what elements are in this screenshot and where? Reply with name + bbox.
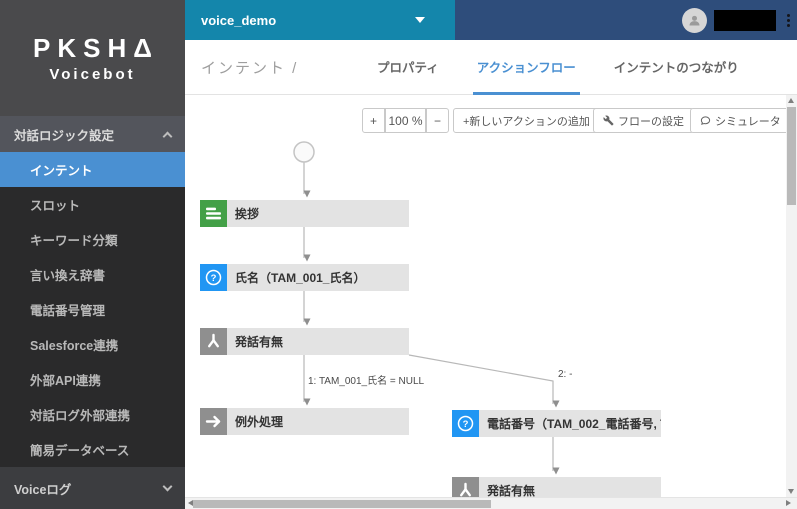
- sidebar-item-slot[interactable]: スロット: [0, 187, 185, 222]
- zoom-level: 100 %: [385, 108, 426, 133]
- flow-node-label: 発話有無: [487, 484, 536, 497]
- flow-canvas[interactable]: + 100 % − +新しいアクションの追加 フローの設定 シミュレータ 挨拶: [185, 95, 786, 497]
- edge-condition-label: 1: TAM_001_氏名 = NULL: [308, 376, 425, 387]
- sidebar-item-label: 外部API連携: [30, 374, 101, 388]
- flow-settings-label: フローの設定: [618, 115, 684, 128]
- tab-intent-connections[interactable]: インテントのつながり: [610, 40, 743, 95]
- logo: PKSHΔ Voicebot: [0, 0, 185, 116]
- tab-properties[interactable]: プロパティ: [373, 40, 443, 95]
- sidebar-item-label: インテント: [30, 164, 93, 178]
- chevron-up-icon: [162, 131, 173, 141]
- scroll-down-arrow-icon[interactable]: [788, 489, 794, 494]
- flow-node-speech-branch-2[interactable]: 発話有無: [452, 477, 661, 497]
- flow-start-node[interactable]: [293, 141, 315, 163]
- add-action-label: +新しいアクションの追加: [463, 115, 590, 128]
- person-icon: [689, 15, 700, 25]
- sidebar-item-simple-database[interactable]: 簡易データベース: [0, 432, 185, 467]
- branch-icon: [452, 477, 479, 497]
- sidebar-item-paraphrase-dictionary[interactable]: 言い換え辞書: [0, 257, 185, 292]
- tab-bar: プロパティ アクションフロー インテントのつながり: [373, 40, 743, 95]
- flow-node-label: 発話有無: [235, 335, 284, 349]
- logo-text: PKSHΔ: [33, 33, 159, 63]
- sidebar-item-label: 電話番号管理: [30, 304, 106, 318]
- flow-node-greeting[interactable]: 挨拶: [200, 200, 409, 227]
- sidebar-item-intent[interactable]: インテント: [0, 152, 185, 187]
- scroll-right-arrow-icon[interactable]: [786, 500, 791, 506]
- edge-condition-label: 2: -: [558, 369, 573, 380]
- sidebar: PKSHΔ Voicebot 対話ロジック設定 インテント スロット キーワード…: [0, 0, 185, 509]
- canvas-toolbar: + 100 % − +新しいアクションの追加 フローの設定 シミュレータ: [185, 108, 786, 133]
- sidebar-item-label: 言い換え辞書: [30, 269, 106, 283]
- sidebar-section-dialog-logic-settings[interactable]: 対話ロジック設定: [0, 116, 185, 152]
- chevron-down-icon: [162, 481, 173, 492]
- sidebar-section-label: 対話ロジック設定: [14, 128, 115, 143]
- flow-node-name-question[interactable]: ? 氏名（TAM_001_氏名）: [200, 264, 409, 291]
- flow-node-label: 挨拶: [235, 207, 260, 221]
- svg-text:?: ?: [463, 419, 469, 430]
- flow-node-label: 氏名（TAM_001_氏名）: [235, 271, 366, 285]
- project-name: voice_demo: [201, 12, 277, 28]
- add-action-button[interactable]: +新しいアクションの追加: [453, 108, 600, 133]
- sidebar-section-label: Voiceログ: [14, 482, 72, 497]
- zoom-out-button[interactable]: −: [426, 108, 449, 133]
- sidebar-item-label: Salesforce連携: [30, 339, 119, 353]
- flow-node-phone-number-question[interactable]: ? 電話番号（TAM_002_電話番号, TA...: [452, 410, 661, 437]
- user-area: [682, 0, 793, 40]
- flow-node-speech-branch[interactable]: 発話有無: [200, 328, 409, 355]
- tab-action-flow[interactable]: アクションフロー: [472, 40, 580, 95]
- svg-text:?: ?: [211, 273, 217, 284]
- avatar[interactable]: [682, 7, 707, 33]
- sidebar-item-external-api-integration[interactable]: 外部API連携: [0, 362, 185, 397]
- sidebar-section-voice-log[interactable]: Voiceログ: [0, 467, 185, 509]
- kebab-menu-icon[interactable]: [783, 9, 793, 31]
- username-redacted: [714, 9, 776, 31]
- flow-node-exception-handling[interactable]: 例外処理: [200, 408, 409, 435]
- project-dropdown[interactable]: voice_demo: [185, 0, 455, 40]
- sidebar-item-label: キーワード分類: [30, 234, 118, 248]
- simulator-label: シミュレータ: [715, 115, 781, 128]
- dropdown-caret-icon: [415, 17, 425, 23]
- sidebar-item-dialog-log-external-integration[interactable]: 対話ログ外部連携: [0, 397, 185, 432]
- topbar: voice_demo: [185, 0, 797, 40]
- text-lines-icon: [200, 200, 227, 227]
- sidebar-item-label: 対話ログ外部連携: [30, 409, 131, 423]
- zoom-in-button[interactable]: +: [362, 108, 385, 133]
- sidebar-item-phone-number-management[interactable]: 電話番号管理: [0, 292, 185, 327]
- sidebar-item-label: スロット: [30, 199, 81, 213]
- flow-settings-button[interactable]: フローの設定: [593, 108, 694, 133]
- horizontal-scrollbar-thumb[interactable]: [193, 500, 491, 508]
- sidebar-item-salesforce-integration[interactable]: Salesforce連携: [0, 327, 185, 362]
- breadcrumb: インテント /: [201, 60, 299, 77]
- scroll-up-arrow-icon[interactable]: [788, 98, 794, 103]
- page-header: インテント / プロパティ アクションフロー インテントのつながり: [185, 40, 797, 95]
- flow-node-label: 電話番号（TAM_002_電話番号, TA...: [487, 417, 661, 431]
- vertical-scrollbar[interactable]: [786, 95, 797, 497]
- vertical-scrollbar-thumb[interactable]: [787, 107, 796, 205]
- branch-icon: [200, 328, 227, 355]
- sidebar-item-label: 簡易データベース: [30, 444, 130, 458]
- speech-bubble-icon: [700, 116, 711, 125]
- wrench-icon: [603, 115, 614, 126]
- flow-node-label: 例外処理: [235, 415, 284, 429]
- arrow-right-icon: [200, 408, 227, 435]
- logo-subtext: Voicebot: [49, 66, 136, 83]
- zoom-control: + 100 % −: [362, 108, 449, 133]
- horizontal-scrollbar[interactable]: [185, 497, 797, 509]
- question-icon: ?: [452, 410, 479, 437]
- question-icon: ?: [200, 264, 227, 291]
- sidebar-item-keyword-classification[interactable]: キーワード分類: [0, 222, 185, 257]
- simulator-button[interactable]: シミュレータ: [690, 108, 786, 133]
